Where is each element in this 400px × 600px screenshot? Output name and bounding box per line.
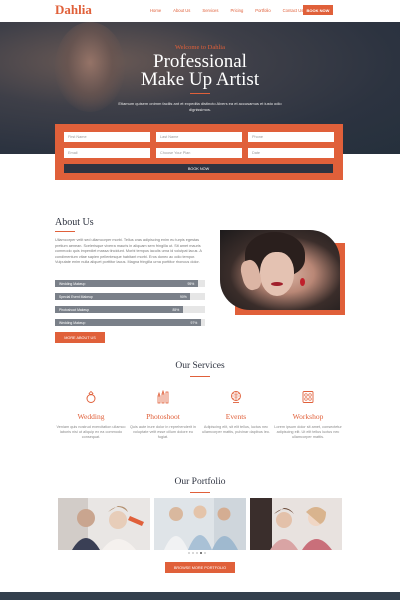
- about-title: About Us: [55, 217, 94, 228]
- services-title: Our Services: [175, 361, 225, 371]
- hero-divider: [190, 93, 210, 94]
- hero-title-line2: Make Up Artist: [140, 69, 260, 90]
- ring-icon: [84, 390, 98, 404]
- nav-services[interactable]: Services: [202, 8, 218, 13]
- last-name-field[interactable]: Last Name: [156, 132, 242, 142]
- service-name: Workshop: [292, 412, 324, 421]
- portfolio-image-1[interactable]: [58, 498, 150, 550]
- phone-field[interactable]: Phone: [248, 132, 334, 142]
- disco-ball-icon: [229, 390, 243, 404]
- email-field[interactable]: Email: [64, 148, 150, 158]
- site-header: Dahlia Home About Us Services Pricing Po…: [0, 0, 400, 22]
- skill-label: Photoshoot Makeup: [59, 307, 90, 312]
- carousel-dot[interactable]: [188, 552, 190, 554]
- footer: [0, 592, 400, 600]
- service-text: Veniam quis nostrud exercitation ullamco…: [56, 425, 126, 440]
- portfolio-image-3[interactable]: [250, 498, 342, 550]
- carousel-dot-active[interactable]: [200, 552, 202, 554]
- service-text: Quis aute irure dolor in reprehenderit i…: [129, 425, 197, 440]
- hero-title: Professional Make Up Artist: [0, 52, 400, 90]
- plan-select[interactable]: Choose Your Plan: [156, 148, 242, 158]
- makeup-brushes-icon: [156, 389, 170, 404]
- service-name: Wedding: [77, 412, 105, 421]
- skill-percent: 97%: [190, 320, 198, 325]
- skill-bar: Photoshoot Makeup 85%: [55, 306, 205, 313]
- about-model-image: [220, 230, 340, 310]
- logo[interactable]: Dahlia: [55, 2, 92, 18]
- makeup-palette-icon: [301, 390, 315, 404]
- service-text: Lorem ipsum dolor sit amet, consectetur …: [274, 425, 342, 440]
- first-name-field[interactable]: First Name: [64, 132, 150, 142]
- carousel-dot[interactable]: [192, 552, 194, 554]
- skill-percent: 85%: [172, 307, 180, 312]
- portfolio-title: Our Portfolio: [174, 477, 226, 487]
- skill-percent: 95%: [187, 281, 195, 286]
- portfolio-carousel-dots: [188, 552, 206, 554]
- main-nav: Home About Us Services Pricing Portfolio…: [150, 8, 315, 13]
- date-field[interactable]: Date: [248, 148, 334, 158]
- service-wedding[interactable]: Wedding Veniam quis nostrud exercitation…: [56, 390, 126, 441]
- service-name: Events: [225, 412, 247, 421]
- browse-portfolio-button[interactable]: BROWSE MORE PORTFOLIO: [165, 562, 235, 573]
- service-name: Photoshoot: [146, 412, 180, 421]
- nav-about[interactable]: About Us: [173, 8, 190, 13]
- portfolio-image-2[interactable]: [154, 498, 246, 550]
- service-text: Adipiscing elit, sit elit tellus, luctus…: [202, 425, 270, 435]
- carousel-dot[interactable]: [196, 552, 198, 554]
- skill-label: Special Event Makeup: [59, 294, 93, 299]
- service-workshop[interactable]: Workshop Lorem ipsum dolor sit amet, con…: [273, 390, 343, 441]
- nav-portfolio[interactable]: Portfolio: [255, 8, 270, 13]
- skill-percent: 90%: [180, 294, 187, 299]
- about-text: Ullamcorper velit sed ullamcorper morbi.…: [55, 238, 202, 264]
- about-divider: [55, 231, 75, 232]
- nav-pricing[interactable]: Pricing: [230, 8, 243, 13]
- hero-text: Etiamum quisem onimm facilis ant et expe…: [118, 101, 282, 112]
- nav-home[interactable]: Home: [150, 8, 161, 13]
- service-events[interactable]: Events Adipiscing elit, sit elit tellus,…: [201, 390, 271, 435]
- booking-form: First Name Last Name Phone Email Choose …: [55, 124, 343, 180]
- carousel-dot[interactable]: [204, 552, 206, 554]
- more-about-button[interactable]: MORE ABOUT US: [55, 332, 105, 343]
- service-photoshoot[interactable]: Photoshoot Quis aute irure dolor in repr…: [128, 389, 198, 441]
- skill-label: Wedding Makeup: [59, 320, 86, 325]
- skill-label: Wedding Makeup: [59, 281, 86, 286]
- skill-bar: Wedding Makeup 95%: [55, 280, 205, 287]
- nav-contact[interactable]: Contact Us: [283, 8, 304, 13]
- portfolio-divider: [190, 492, 210, 493]
- form-book-button[interactable]: BOOK NOW: [64, 164, 333, 173]
- skill-bar: Special Event Makeup 90%: [55, 293, 205, 300]
- book-now-button[interactable]: BOOK NOW: [303, 5, 333, 15]
- skill-bar: Wedding Makeup 97%: [55, 319, 205, 326]
- services-divider: [190, 376, 210, 377]
- hero-subtitle: Welcome to Dahlia: [174, 44, 225, 51]
